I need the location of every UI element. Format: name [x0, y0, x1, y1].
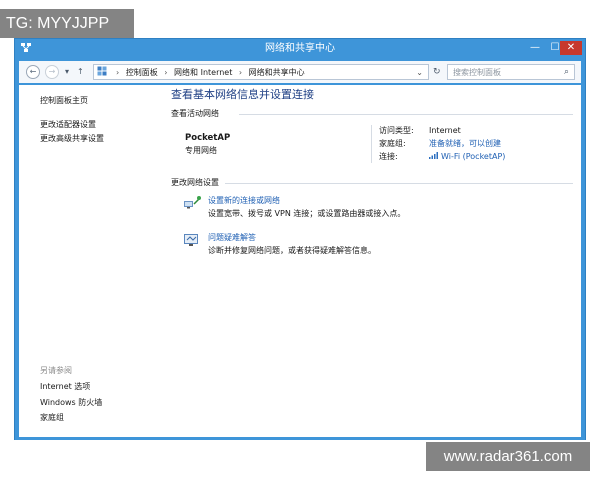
- watermark-top: TG: MYYJJPP: [0, 9, 134, 38]
- change-settings-label: 更改网络设置: [171, 178, 219, 187]
- wifi-connection-link[interactable]: Wi-Fi (PocketAP): [429, 151, 505, 162]
- up-button[interactable]: ↑: [77, 66, 84, 78]
- minimize-button[interactable]: —: [525, 40, 545, 56]
- close-button[interactable]: ✕: [560, 41, 582, 55]
- change-advanced-sharing-link[interactable]: 更改高级共享设置: [40, 133, 104, 144]
- main-pane: 查看基本网络信息并设置连接 查看活动网络 PocketAP 专用网络 访问类型:…: [171, 85, 581, 437]
- control-panel-icon: [97, 66, 107, 78]
- access-type-label: 访问类型:: [379, 126, 414, 135]
- left-pane: 控制面板主页 更改适配器设置 更改高级共享设置 另请参阅 Internet 选项…: [19, 85, 159, 437]
- troubleshoot-icon: [183, 232, 201, 246]
- homegroup-link[interactable]: 家庭组: [40, 412, 64, 423]
- section-divider: [225, 183, 573, 184]
- watermark-bottom: www.radar361.com: [426, 442, 590, 471]
- homegroup-status-link[interactable]: 准备就绪，可以创建: [429, 138, 501, 149]
- breadcrumb-separator: ›: [116, 68, 120, 77]
- wifi-signal-icon: [429, 151, 439, 162]
- search-input[interactable]: 搜索控制面板 ⌕: [447, 64, 575, 80]
- troubleshoot-problems-description: 诊断并修复网络问题，或者获得疑难解答信息。: [208, 246, 376, 255]
- window-title: 网络和共享中心: [265, 43, 335, 54]
- recent-locations-button[interactable]: ▾: [65, 66, 69, 78]
- breadcrumb: › 控制面板 › 网络和 Internet › 网络和共享中心: [112, 67, 305, 78]
- active-networks-label: 查看活动网络: [171, 109, 219, 118]
- title-bar[interactable]: 网络和共享中心 — ☐ ✕: [15, 39, 585, 59]
- page: TG: MYYJJPP 网络和共享中心 — ☐ ✕ ← → ▾ ↑ › 控制面板: [0, 0, 600, 480]
- network-type: 专用网络: [185, 146, 217, 155]
- search-icon[interactable]: ⌕: [564, 66, 569, 78]
- window-frame-bottom: [15, 437, 585, 440]
- chevron-down-icon[interactable]: ⌄: [416, 67, 423, 78]
- see-also-label: 另请参阅: [40, 366, 72, 375]
- section-divider: [239, 114, 573, 115]
- troubleshoot-problems-link[interactable]: 问题疑难解答: [208, 232, 256, 243]
- wifi-connection-text: Wi-Fi (PocketAP): [441, 152, 506, 161]
- breadcrumb-separator: ›: [238, 68, 243, 77]
- breadcrumb-separator: ›: [164, 68, 168, 77]
- setup-new-connection-description: 设置宽带、拨号或 VPN 连接；或设置路由器或接入点。: [208, 209, 406, 218]
- connection-label: 连接:: [379, 152, 398, 161]
- windows-firewall-link[interactable]: Windows 防火墙: [40, 397, 102, 408]
- navigation-bar: ← → ▾ ↑ › 控制面板 › 网络和 Internet › 网络和共享中心 …: [19, 61, 581, 83]
- forward-button[interactable]: →: [45, 65, 59, 79]
- breadcrumb-network-sharing-center[interactable]: 网络和共享中心: [249, 68, 305, 77]
- search-placeholder: 搜索控制面板: [453, 68, 501, 77]
- homegroup-label: 家庭组:: [379, 139, 406, 148]
- refresh-icon[interactable]: ↻: [433, 66, 441, 78]
- vertical-divider: [371, 125, 372, 163]
- internet-options-link[interactable]: Internet 选项: [40, 381, 90, 392]
- change-adapter-settings-link[interactable]: 更改适配器设置: [40, 119, 96, 130]
- breadcrumb-network-internet[interactable]: 网络和 Internet: [174, 68, 232, 77]
- page-title: 查看基本网络信息并设置连接: [171, 88, 314, 101]
- setup-new-connection-link[interactable]: 设置新的连接或网络: [208, 195, 280, 206]
- network-sharing-center-window: 网络和共享中心 — ☐ ✕ ← → ▾ ↑ › 控制面板 › 网络和 Inter…: [14, 38, 586, 440]
- address-bar[interactable]: › 控制面板 › 网络和 Internet › 网络和共享中心 ⌄: [93, 64, 429, 80]
- content-area: 控制面板主页 更改适配器设置 更改高级共享设置 另请参阅 Internet 选项…: [19, 85, 581, 437]
- control-panel-home-link[interactable]: 控制面板主页: [40, 95, 88, 106]
- network-name: PocketAP: [185, 133, 231, 143]
- breadcrumb-control-panel[interactable]: 控制面板: [126, 68, 158, 77]
- access-type-value: Internet: [429, 126, 461, 135]
- new-connection-icon: [183, 194, 201, 209]
- back-button[interactable]: ←: [26, 65, 40, 79]
